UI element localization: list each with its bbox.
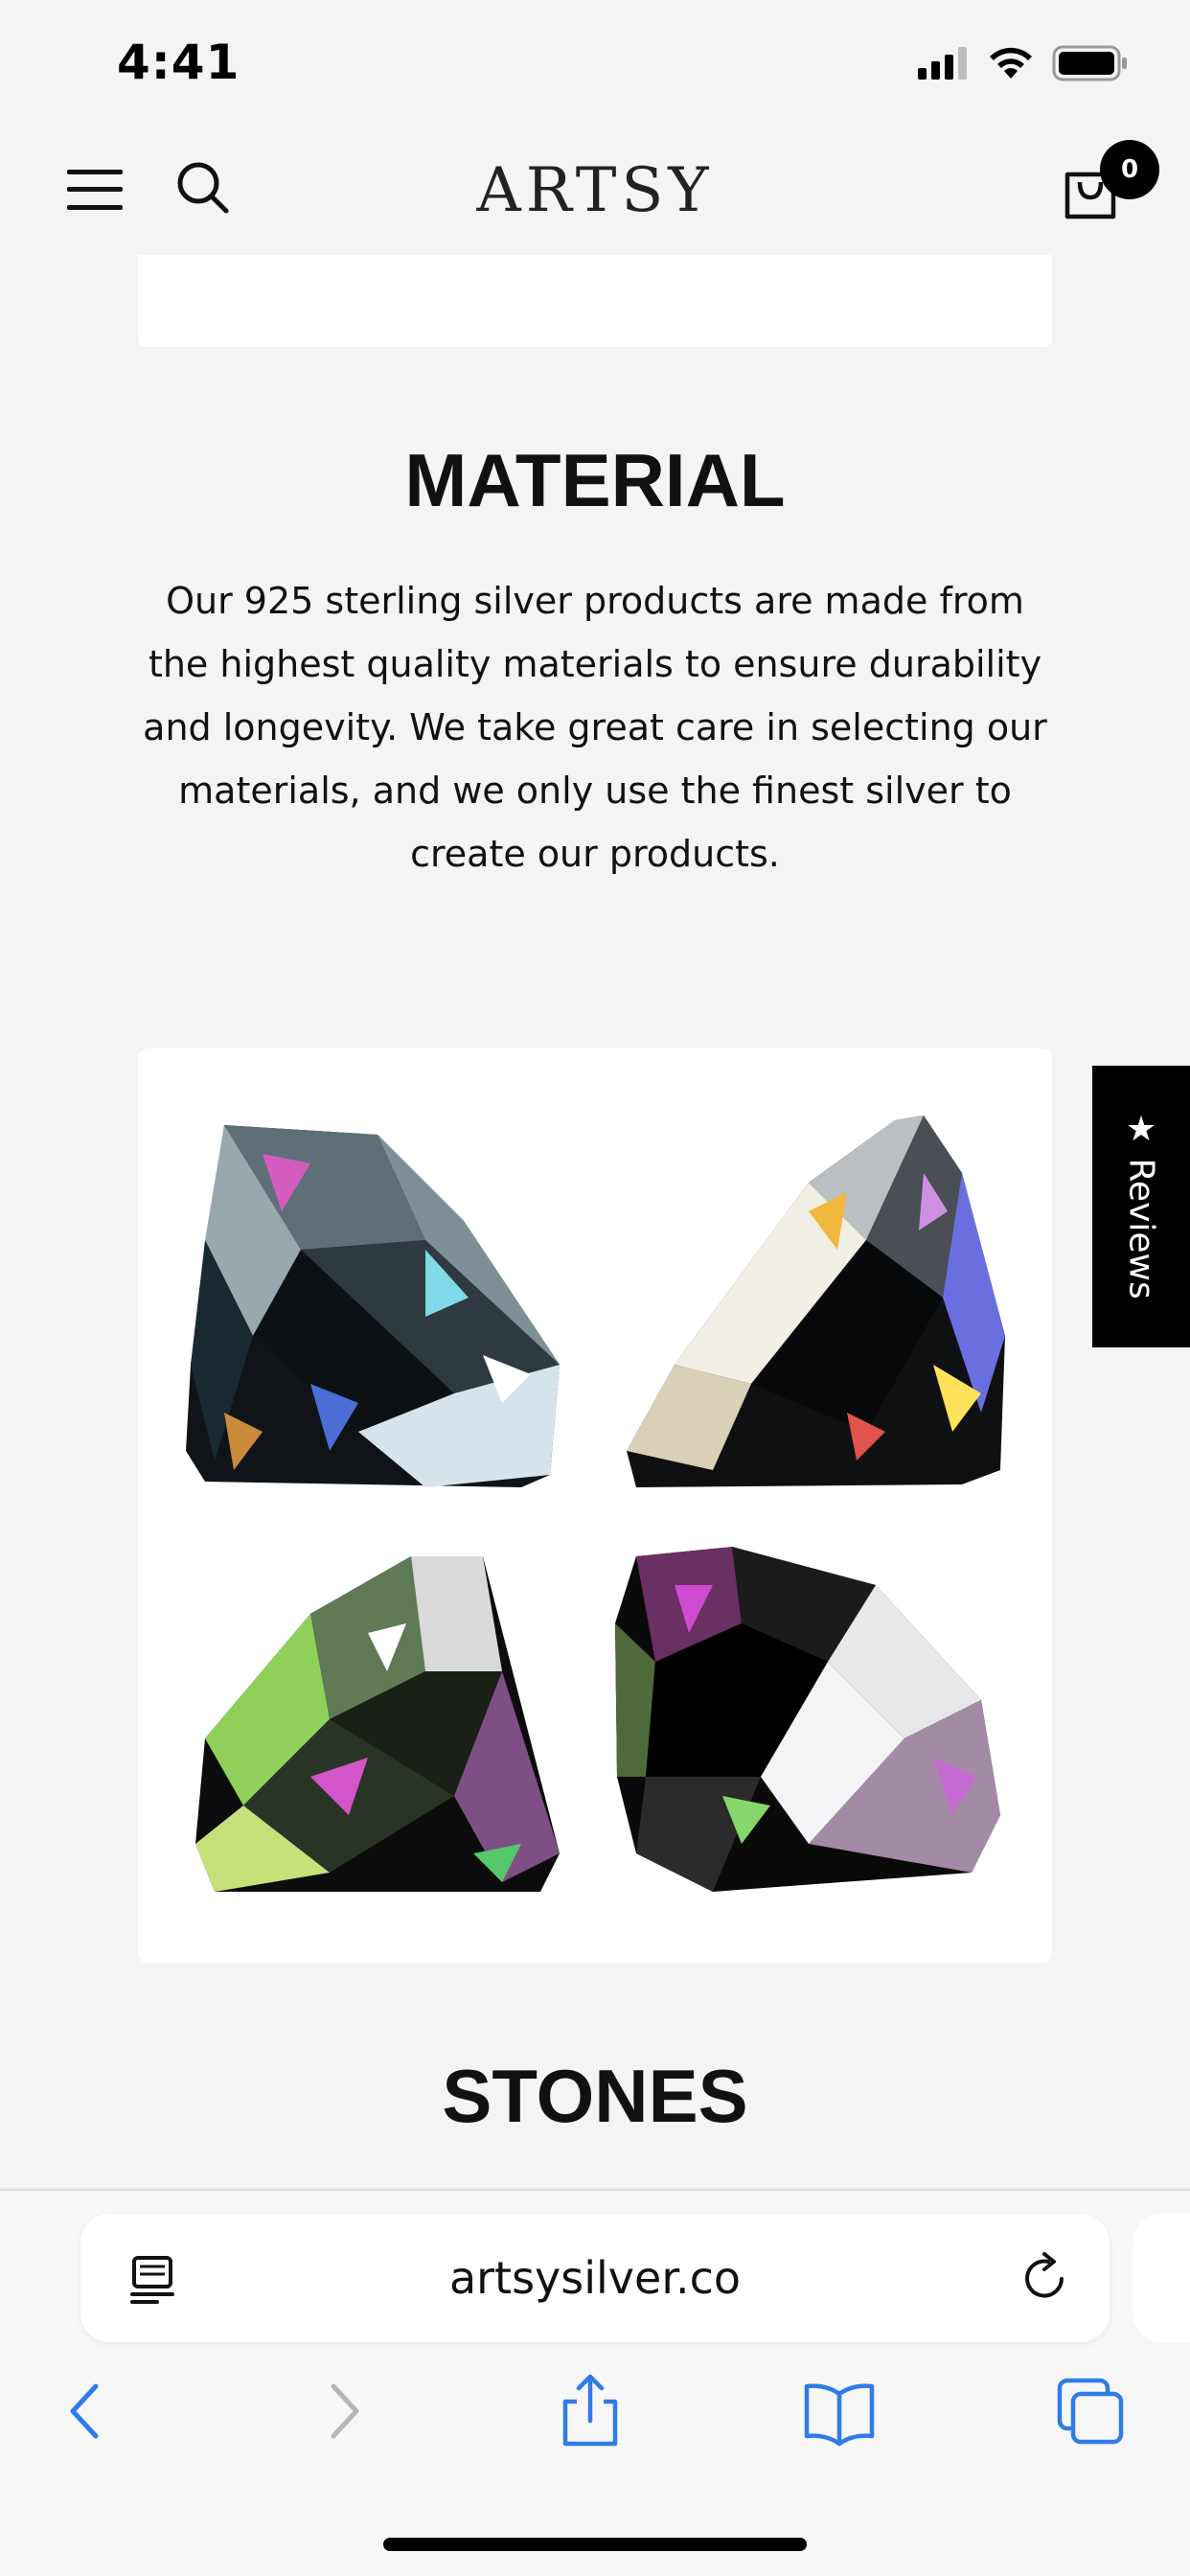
battery-icon xyxy=(1052,45,1127,81)
gemstones-image xyxy=(138,1048,1052,1963)
gemstone-3 xyxy=(195,1556,560,1892)
status-time: 4:41 xyxy=(117,34,240,90)
status-icons xyxy=(918,44,1129,82)
wifi-icon xyxy=(990,47,1032,79)
status-bar: 4:41 xyxy=(0,0,1190,134)
site-header: ARTSY 0 xyxy=(0,134,1190,255)
previous-section-card xyxy=(138,255,1052,347)
home-indicator xyxy=(383,2538,807,2551)
reviews-tab[interactable]: ★ Reviews xyxy=(1092,1066,1190,1347)
cart-count-badge[interactable]: 0 xyxy=(1100,140,1159,199)
reviews-tab-content: ★ Reviews xyxy=(1121,1110,1161,1300)
url-text[interactable]: artsysilver.co xyxy=(80,2252,1110,2304)
next-tab-preview[interactable] xyxy=(1133,2214,1190,2342)
site-logo[interactable]: ARTSY xyxy=(0,155,1190,226)
forward-icon[interactable] xyxy=(303,2373,379,2450)
star-icon: ★ xyxy=(1125,1109,1157,1149)
tabs-icon[interactable] xyxy=(1052,2373,1129,2450)
material-description: Our 925 sterling silver products are mad… xyxy=(143,580,1047,875)
cellular-signal-icon xyxy=(918,47,967,80)
back-icon[interactable] xyxy=(50,2373,126,2450)
share-icon[interactable] xyxy=(552,2373,629,2450)
bookmarks-icon[interactable] xyxy=(801,2373,878,2450)
address-bar[interactable]: artsysilver.co xyxy=(80,2214,1110,2342)
gemstone-4 xyxy=(615,1547,1000,1892)
material-heading: MATERIAL xyxy=(404,438,786,522)
reviews-tab-label: Reviews xyxy=(1121,1158,1161,1300)
browser-bottom-bar: artsysilver.co xyxy=(0,2189,1190,2576)
stones-heading: STONES xyxy=(442,2054,748,2138)
gemstone-2 xyxy=(627,1116,1005,1487)
gemstone-1 xyxy=(186,1125,560,1487)
reload-icon[interactable] xyxy=(1019,2250,1073,2306)
browser-toolbar xyxy=(0,2373,1190,2488)
gemstones-illustration xyxy=(186,1116,1005,1892)
